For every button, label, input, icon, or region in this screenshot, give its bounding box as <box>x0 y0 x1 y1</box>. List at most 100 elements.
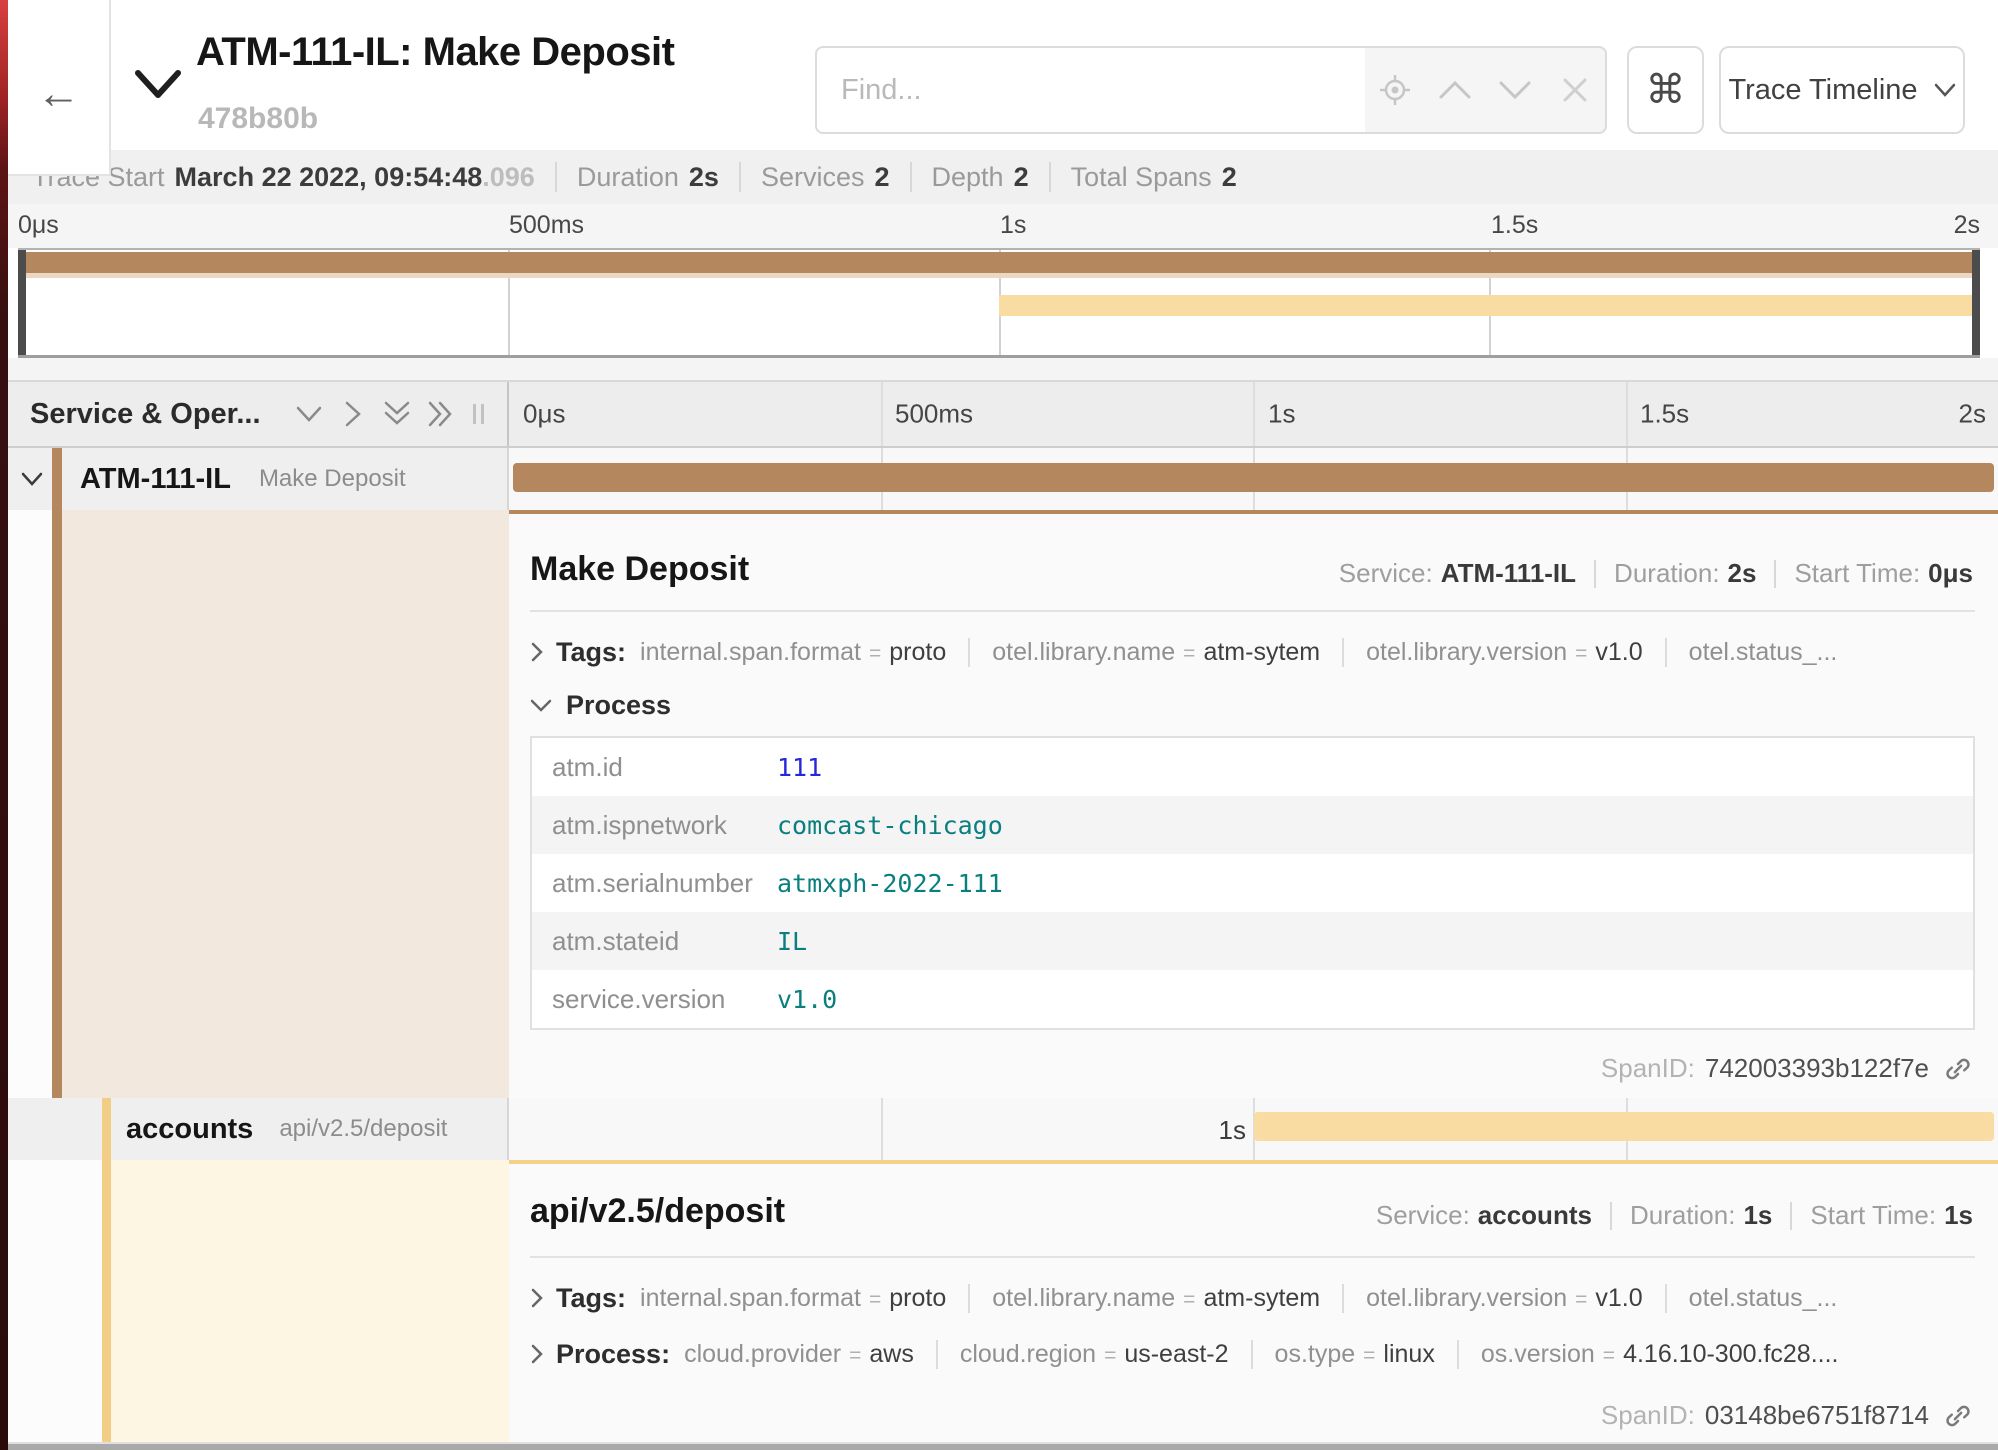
timeline-gridline <box>1253 382 1255 446</box>
minimap-tick: 0μs <box>18 211 59 240</box>
view-selector-dropdown[interactable]: Trace Timeline <box>1719 46 1965 134</box>
prev-result-chevron-up-icon[interactable] <box>1429 60 1481 120</box>
copy-link-icon[interactable] <box>1943 1401 1973 1431</box>
back-button[interactable]: ← <box>8 0 111 176</box>
next-result-chevron-down-icon[interactable] <box>1489 60 1541 120</box>
process-label: Process <box>566 690 671 721</box>
span-color-strip <box>102 1160 111 1442</box>
table-row: service.version v1.0 <box>532 970 1973 1028</box>
trace-title-chevron-icon[interactable] <box>132 64 184 104</box>
tags-row[interactable]: Tags: internal.span.format=proto otel.li… <box>530 632 1973 672</box>
span-detail-accounts: api/v2.5/deposit Service: accounts Durat… <box>8 1160 1998 1442</box>
chevron-right-icon <box>530 641 544 663</box>
tag: internal.span.format=proto <box>640 638 946 667</box>
tags-label: Tags: <box>556 637 626 668</box>
chevron-right-icon <box>530 1343 544 1365</box>
span-row-label-accounts[interactable]: accounts api/v2.5/deposit <box>8 1098 509 1160</box>
minimap-tick: 1.5s <box>1491 211 1538 240</box>
timeline-tick: 1s <box>1268 399 1295 430</box>
span-service-name: ATM-111-IL <box>80 463 231 496</box>
locate-icon[interactable] <box>1369 60 1421 120</box>
span-row-atm: ATM-111-IL Make Deposit <box>8 448 1998 510</box>
span-detail-top-border <box>509 510 1998 514</box>
depth-value: 2 <box>1014 162 1029 193</box>
span-service-name: accounts <box>126 1113 253 1146</box>
span-row-label-atm[interactable]: ATM-111-IL Make Deposit <box>8 448 509 510</box>
span-detail-meta: Service: ATM-111-IL Duration: 2s Start T… <box>1339 558 1973 589</box>
span-detail-title: api/v2.5/deposit <box>530 1192 785 1231</box>
tag: otel.status_... <box>1665 638 1838 667</box>
tags-label: Tags: <box>556 1283 626 1314</box>
minimap-right-handle[interactable] <box>1972 250 1980 355</box>
tag: os.type=linux <box>1251 1340 1435 1369</box>
page-title: ATM-111-IL: Make Deposit <box>196 30 674 75</box>
copy-link-icon[interactable] <box>1943 1054 1973 1084</box>
span-color-strip <box>102 1098 111 1160</box>
column-resizer-handle[interactable] <box>473 404 484 424</box>
expand-one-chevron-right-icon[interactable] <box>331 394 375 434</box>
process-label: Process: <box>556 1339 670 1370</box>
timeline-gridline <box>881 382 883 446</box>
expand-all-double-chevron-right-icon[interactable] <box>419 394 463 434</box>
span-color-strip <box>52 510 62 1098</box>
process-section-toggle[interactable]: Process <box>530 690 671 721</box>
total-spans-label: Total Spans <box>1071 162 1212 193</box>
timeline-tick: 1.5s <box>1640 399 1689 430</box>
process-row[interactable]: Process: cloud.provider=aws cloud.region… <box>530 1334 1973 1374</box>
minimap-tick: 2s <box>1954 211 1980 240</box>
bottom-scroll-edge <box>8 1442 1998 1450</box>
table-row: atm.ispnetwork comcast-chicago <box>532 796 1973 854</box>
find-input[interactable] <box>815 46 1367 134</box>
timeline-tick: 0μs <box>523 399 565 430</box>
span-detail-top-border <box>509 1160 1998 1164</box>
process-kv-table: atm.id 111 atm.ispnetwork comcast-chicag… <box>530 736 1975 1030</box>
collapse-one-chevron-down-icon[interactable] <box>287 394 331 434</box>
view-selector-label: Trace Timeline <box>1728 74 1917 107</box>
minimap-tick: 1s <box>1000 211 1026 240</box>
minimap-left-handle[interactable] <box>18 250 26 355</box>
timeline-tick: 500ms <box>895 399 973 430</box>
services-label: Services <box>761 162 865 193</box>
total-spans-value: 2 <box>1222 162 1237 193</box>
keyboard-shortcuts-button[interactable]: ⌘ <box>1627 46 1704 134</box>
span-row-accounts: accounts api/v2.5/deposit 1s <box>8 1098 1998 1160</box>
minimap-span-bar-1-edge <box>18 273 1980 278</box>
clear-search-icon[interactable] <box>1549 60 1601 120</box>
minimap-viewport[interactable] <box>18 248 1980 358</box>
minimap-span-bar-1 <box>18 252 1980 273</box>
span-detail-atm: Make Deposit Service: ATM-111-IL Duratio… <box>8 510 1998 1098</box>
span-id-row: SpanID: 03148be6751f8714 <box>1601 1400 1973 1431</box>
duration-value: 2s <box>689 162 719 193</box>
find-controls <box>1365 46 1607 134</box>
chevron-right-icon <box>530 1287 544 1309</box>
collapse-all-double-chevron-down-icon[interactable] <box>375 394 419 434</box>
minimap-span-bar-2 <box>999 295 1980 316</box>
span-detail-indent-tint <box>62 510 509 1098</box>
trace-start-value: March 22 2022, 09:54:48 <box>175 162 483 193</box>
depth-label: Depth <box>932 162 1004 193</box>
back-arrow-icon: ← <box>37 72 81 116</box>
row-collapse-chevron-down-icon[interactable] <box>20 471 44 487</box>
tags-row[interactable]: Tags: internal.span.format=proto otel.li… <box>530 1278 1973 1318</box>
window-edge-strip <box>0 0 8 1450</box>
span-bar-atm[interactable] <box>513 463 1994 492</box>
table-row: atm.stateid IL <box>532 912 1973 970</box>
tag: otel.library.name=atm-sytem <box>968 638 1320 667</box>
tag: otel.status_... <box>1665 1284 1838 1313</box>
service-operation-column-header: Service & Oper... <box>8 382 509 446</box>
trace-timeline-page: ← ATM-111-IL: Make Deposit 478b80b ⌘ Tra… <box>0 0 1998 1450</box>
span-id-row: SpanID: 742003393b122f7e <box>1601 1053 1973 1084</box>
minimap-gap <box>8 358 1998 380</box>
span-duration-label: 1s <box>1188 1115 1246 1146</box>
timeline-gridline <box>1626 382 1628 446</box>
tag: cloud.provider=aws <box>684 1340 914 1369</box>
span-detail-indent-tint <box>111 1160 509 1442</box>
span-operation-name: api/v2.5/deposit <box>279 1115 447 1143</box>
trace-summary-bar: Trace Start March 22 2022, 09:54:48 .096… <box>8 150 1998 204</box>
span-color-strip <box>52 448 62 510</box>
duration-label: Duration <box>577 162 679 193</box>
span-bar-accounts[interactable] <box>1254 1112 1994 1141</box>
timeline-tick: 2s <box>1959 399 1986 430</box>
span-detail-meta: Service: accounts Duration: 1s Start Tim… <box>1376 1200 1973 1231</box>
command-icon: ⌘ <box>1646 67 1686 113</box>
